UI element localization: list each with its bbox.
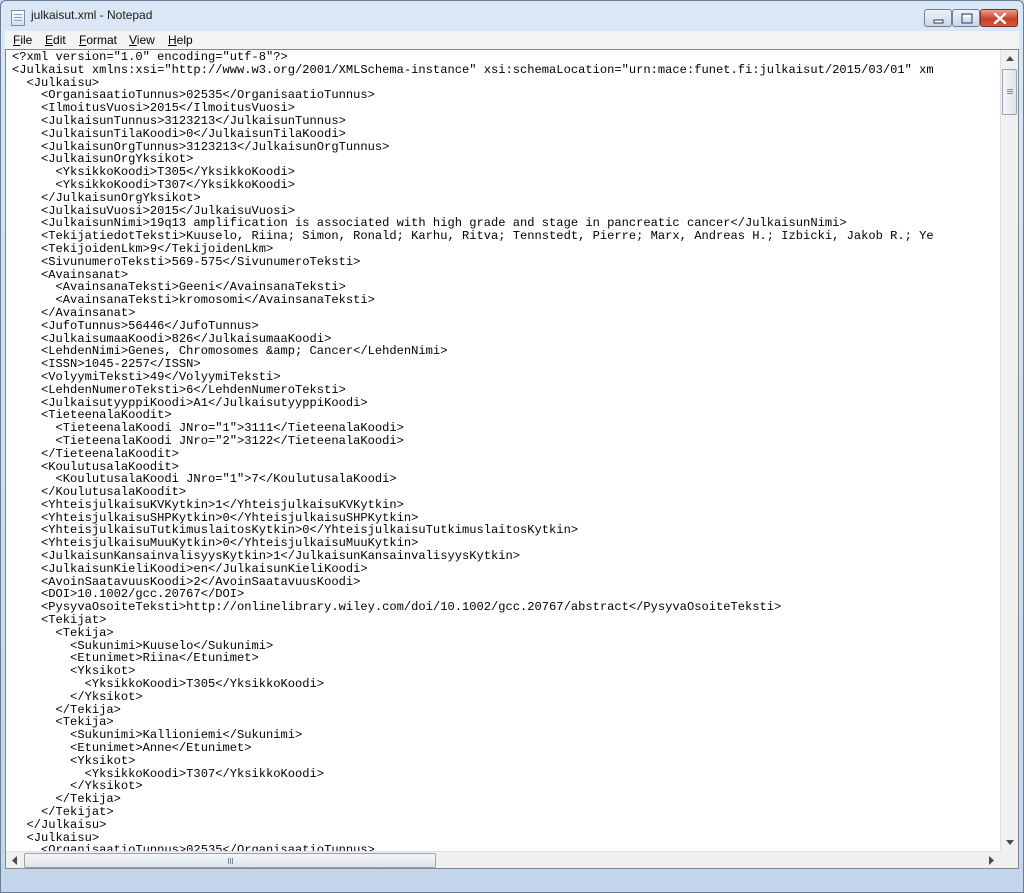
text-line[interactable]: <JufoTunnus>56446</JufoTunnus> xyxy=(12,319,1002,333)
text-line[interactable]: </TieteenalaKoodit> xyxy=(12,447,1002,461)
text-line[interactable]: <TieteenalaKoodi JNro="2">3122</Tieteena… xyxy=(12,435,1002,448)
text-line[interactable]: <Tekijat> xyxy=(12,614,1002,627)
text-line[interactable]: </Yksikot> xyxy=(12,780,1002,793)
minimize-icon xyxy=(933,19,944,24)
text-line[interactable]: <YksikkoKoodi>T305</YksikkoKoodi> xyxy=(12,678,1002,691)
arrow-up-icon xyxy=(1006,56,1014,61)
text-line[interactable]: <LehdenNumeroTeksti>6</LehdenNumeroTekst… xyxy=(12,383,1002,397)
text-line[interactable]: <TieteenalaKoodi JNro="1">3111</Tieteena… xyxy=(12,422,1002,435)
text-line[interactable]: </Julkaisu> xyxy=(12,819,1002,832)
menu-view[interactable]: View xyxy=(129,33,155,47)
scroll-down-button[interactable] xyxy=(1001,834,1018,851)
text-line[interactable]: <Etunimet>Anne</Etunimet> xyxy=(12,742,1002,755)
title-bar[interactable]: julkaisut.xml - Notepad xyxy=(1,1,1023,31)
text-line[interactable]: </Tekija> xyxy=(12,703,1002,717)
text-line[interactable]: <AvainsanaTeksti>kromosomi</AvainsanaTek… xyxy=(12,294,1002,307)
text-line[interactable]: <JulkaisunKieliKoodi>en</JulkaisunKieliK… xyxy=(12,563,1002,576)
text-line[interactable]: <VolyymiTeksti>49</VolyymiTeksti> xyxy=(12,371,1002,384)
horizontal-scrollbar[interactable] xyxy=(6,851,1000,868)
notepad-icon[interactable] xyxy=(11,10,25,26)
close-button[interactable] xyxy=(980,9,1018,27)
text-line[interactable]: <YksikkoKoodi>T307</YksikkoKoodi> xyxy=(12,767,1002,781)
text-line[interactable]: <TekijoidenLkm>9</TekijoidenLkm> xyxy=(12,243,1002,256)
arrow-down-icon xyxy=(1006,840,1014,845)
text-line[interactable]: <Yksikot> xyxy=(12,755,1002,768)
text-line[interactable]: <Etunimet>Riina</Etunimet> xyxy=(12,652,1002,665)
text-line[interactable]: </JulkaisunOrgYksikot> xyxy=(12,191,1002,205)
text-line[interactable]: <YksikkoKoodi>T307</YksikkoKoodi> xyxy=(12,179,1002,192)
text-line[interactable]: <Tekija> xyxy=(12,627,1002,640)
menu-help[interactable]: Help xyxy=(168,33,193,47)
text-line[interactable]: <YhteisjulkaisuKVKytkin>1</Yhteisjulkais… xyxy=(12,499,1002,512)
text-line[interactable]: <JulkaisunTunnus>3123213</JulkaisunTunnu… xyxy=(12,115,1002,128)
text-line[interactable]: </Tekija> xyxy=(12,793,1002,806)
maximize-icon xyxy=(961,13,973,24)
document-text[interactable]: <?xml version="1.0" encoding="utf-8"?> <J… xyxy=(12,51,1002,867)
text-line[interactable]: </Yksikot> xyxy=(12,691,1002,704)
notepad-window: julkaisut.xml - Notepad File Edit Format… xyxy=(0,0,1024,893)
text-line[interactable]: </Avainsanat> xyxy=(12,307,1002,320)
text-line[interactable]: <PysyvaOsoiteTeksti>http://onlinelibrary… xyxy=(12,601,1002,614)
text-line[interactable]: </KoulutusalaKoodit> xyxy=(12,486,1002,499)
scrollbar-corner xyxy=(1000,851,1018,868)
minimize-button[interactable] xyxy=(924,9,952,27)
editor-area[interactable]: <?xml version="1.0" encoding="utf-8"?> <J… xyxy=(5,49,1019,869)
arrow-right-icon xyxy=(989,856,994,865)
maximize-button[interactable] xyxy=(952,9,980,27)
text-line[interactable]: </Tekijat> xyxy=(12,806,1002,819)
menu-format[interactable]: Format xyxy=(79,33,117,47)
menu-file[interactable]: File xyxy=(13,33,32,47)
vertical-scrollbar[interactable] xyxy=(1000,50,1018,851)
text-line[interactable]: <ISSN>1045-2257</ISSN> xyxy=(12,358,1002,371)
menu-bar: File Edit Format View Help xyxy=(5,31,1019,49)
close-icon xyxy=(993,12,1007,25)
window-title: julkaisut.xml - Notepad xyxy=(31,8,153,22)
text-line[interactable]: <?xml version="1.0" encoding="utf-8"?> xyxy=(12,51,1002,64)
text-line[interactable]: <SivunumeroTeksti>569-575</SivunumeroTek… xyxy=(12,255,1002,269)
text-line[interactable]: <Julkaisut xmlns:xsi="http://www.w3.org/… xyxy=(12,63,1002,77)
menu-edit[interactable]: Edit xyxy=(45,33,66,47)
text-line[interactable]: <JulkaisunTilaKoodi>0</JulkaisunTilaKood… xyxy=(12,127,1002,141)
scroll-left-button[interactable] xyxy=(6,852,24,868)
text-line[interactable]: <JulkaisunKansainvalisyysKytkin>1</Julka… xyxy=(12,550,1002,563)
scroll-right-button[interactable] xyxy=(982,852,1000,868)
scroll-up-button[interactable] xyxy=(1001,50,1018,67)
vertical-scroll-thumb[interactable] xyxy=(1002,69,1017,115)
horizontal-scroll-thumb[interactable] xyxy=(24,853,436,868)
arrow-left-icon xyxy=(12,856,17,865)
